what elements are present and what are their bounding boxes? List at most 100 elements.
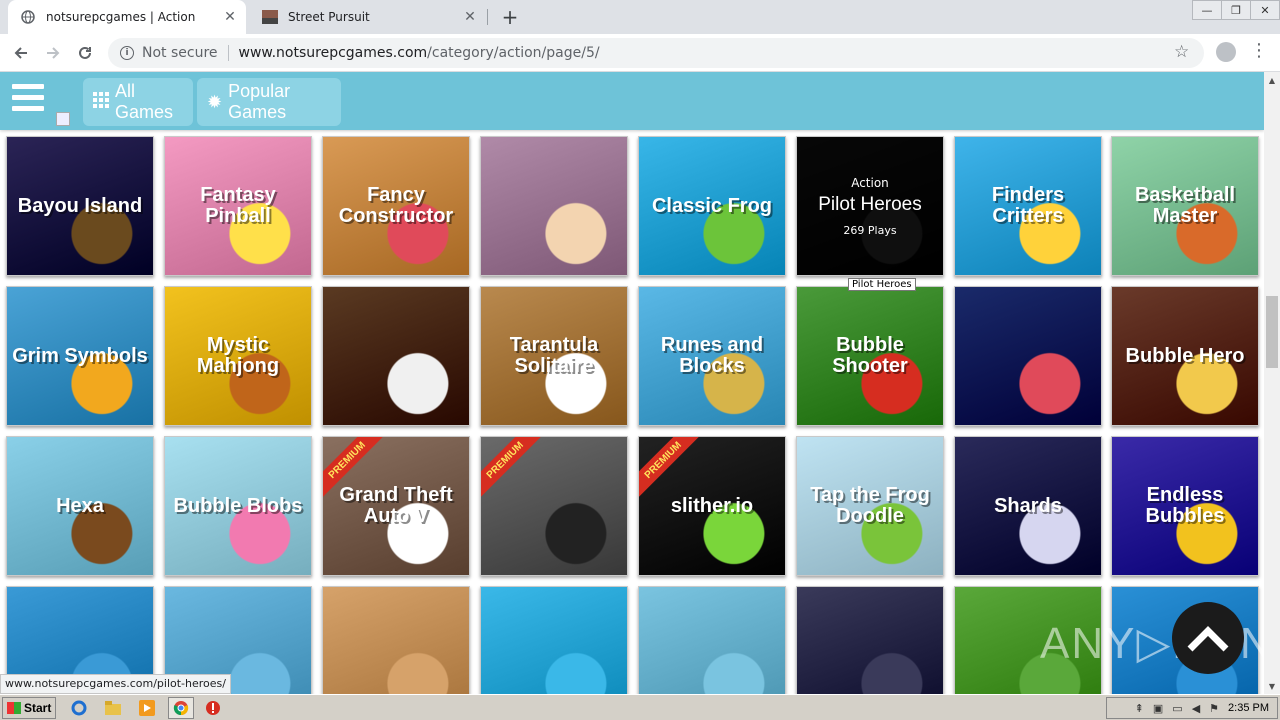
volume-icon[interactable]: ◀ xyxy=(1192,702,1200,715)
game-title: Grand Theft Auto V xyxy=(339,484,453,527)
scroll-up-arrow-icon[interactable]: ▲ xyxy=(1264,72,1280,88)
battery-icon[interactable]: ▭ xyxy=(1172,702,1182,715)
back-arrow-icon[interactable] xyxy=(8,40,34,66)
browser-toolbar: i Not secure www.notsurepcgames.com /cat… xyxy=(0,34,1280,72)
game-tile[interactable]: Grand Theft Auto V PREMIUM xyxy=(322,436,470,576)
game-tile[interactable] xyxy=(322,286,470,426)
game-title: Bubble Blobs xyxy=(173,494,303,517)
tab-separator xyxy=(487,9,488,25)
game-tile[interactable]: Basketball Master xyxy=(1111,136,1259,276)
address-bar[interactable]: i Not secure www.notsurepcgames.com /cat… xyxy=(108,38,1204,68)
all-games-label: All Games xyxy=(115,81,174,122)
url-host: www.notsurepcgames.com xyxy=(238,45,428,61)
game-title: Fantasy Pinball xyxy=(200,184,276,227)
popular-games-button[interactable]: ✹ Popular Games xyxy=(197,78,341,126)
vertical-scrollbar[interactable]: ▲ ▼ xyxy=(1264,72,1280,694)
close-window-button[interactable]: ✕ xyxy=(1250,0,1280,20)
close-tab-icon[interactable]: ✕ xyxy=(460,9,480,25)
close-tab-icon[interactable]: ✕ xyxy=(220,9,240,25)
restore-button[interactable]: ❐ xyxy=(1221,0,1251,20)
tab-street-pursuit[interactable]: Street Pursuit ✕ xyxy=(250,0,486,34)
menu-kebab-icon[interactable]: ⋮ xyxy=(1250,40,1268,61)
window-controls: — ❐ ✕ xyxy=(1192,0,1280,22)
game-tile[interactable]: Bubble Hero xyxy=(1111,286,1259,426)
game-tile[interactable]: Shards xyxy=(954,436,1102,576)
start-label: Start xyxy=(24,701,52,715)
start-button[interactable]: Start xyxy=(2,697,56,719)
game-tile[interactable]: Fancy Constructor xyxy=(322,136,470,276)
new-tab-button[interactable]: + xyxy=(498,5,522,29)
tab-title: Street Pursuit xyxy=(288,10,370,24)
hover-category: Action xyxy=(851,175,889,190)
game-tile[interactable]: Fantasy Pinball xyxy=(164,136,312,276)
game-tile[interactable]: slither.io PREMIUM xyxy=(638,436,786,576)
game-tile[interactable]: Bubble Blobs xyxy=(164,436,312,576)
game-title: Finders Critters xyxy=(991,184,1065,227)
forward-arrow-icon[interactable] xyxy=(40,40,66,66)
stop-icon[interactable] xyxy=(204,699,222,717)
clock: 2:35 PM xyxy=(1228,702,1269,714)
all-games-button[interactable]: All Games xyxy=(83,78,193,126)
game-tile[interactable]: Endless Bubbles xyxy=(1111,436,1259,576)
page-viewport: All Games ✹ Popular Games Bayou Island Fa… xyxy=(0,72,1264,694)
game-title: Grim Symbols xyxy=(12,344,148,367)
tray-arrow-icon[interactable]: ⇞ xyxy=(1135,702,1144,715)
network-icon[interactable]: ▣ xyxy=(1153,702,1163,715)
game-tile[interactable]: Hexa xyxy=(6,436,154,576)
scrollbar-thumb[interactable] xyxy=(1266,296,1278,368)
game-favicon-icon xyxy=(262,9,278,25)
game-title: Bayou Island xyxy=(17,194,143,217)
media-player-icon[interactable] xyxy=(138,699,156,717)
game-tile[interactable] xyxy=(480,136,628,276)
game-tile[interactable]: Tarantula Solitaire xyxy=(480,286,628,426)
game-tile[interactable] xyxy=(480,586,628,694)
scroll-to-top-button[interactable] xyxy=(1172,602,1244,674)
game-title: Hexa xyxy=(56,494,104,517)
game-tile[interactable] xyxy=(322,586,470,694)
game-title: Classic Frog xyxy=(651,194,773,217)
reload-icon[interactable] xyxy=(72,40,98,66)
minimize-button[interactable]: — xyxy=(1192,0,1222,20)
game-tile[interactable]: Runes and Blocks xyxy=(638,286,786,426)
site-header: All Games ✹ Popular Games xyxy=(0,72,1264,130)
chevron-up-icon xyxy=(1187,626,1229,652)
windows-flag-icon xyxy=(7,702,21,714)
url-path: /category/action/page/5/ xyxy=(427,45,600,61)
folder-icon[interactable] xyxy=(104,699,122,717)
game-title: Tap the Frog Doodle xyxy=(810,484,930,527)
windows-taskbar: Start ⇞ ▣ ▭ ◀ ⚑ 2:35 PM xyxy=(0,694,1280,720)
game-tile[interactable]: Finders Critters xyxy=(954,136,1102,276)
game-tile[interactable]: PREMIUM xyxy=(480,436,628,576)
game-title: Mystic Mahjong xyxy=(196,334,280,377)
game-tile[interactable]: Bubble Shooter xyxy=(796,286,944,426)
game-tile[interactable] xyxy=(638,586,786,694)
game-tile[interactable]: Grim Symbols xyxy=(6,286,154,426)
broken-logo-image xyxy=(56,112,70,126)
hover-overlay[interactable]: Action Pilot Heroes 269 Plays xyxy=(797,137,943,275)
chrome-icon xyxy=(173,701,189,716)
game-title: Basketball Master xyxy=(1134,184,1236,227)
popular-games-label: Popular Games xyxy=(228,81,291,122)
browser-tab-strip: notsurepcgames | Action ✕ Street Pursuit… xyxy=(0,0,1280,34)
game-tile[interactable]: Bayou Island xyxy=(6,136,154,276)
game-title: Tarantula Solitaire xyxy=(509,334,599,377)
chrome-taskbar-button[interactable] xyxy=(168,697,194,719)
game-title: Bubble Hero xyxy=(1125,344,1245,367)
game-tile[interactable]: Classic Frog xyxy=(638,136,786,276)
game-tile[interactable] xyxy=(796,586,944,694)
info-icon[interactable]: i xyxy=(120,46,134,60)
ie-icon[interactable] xyxy=(70,699,88,717)
status-bar-url: www.notsurepcgames.com/pilot-heroes/ xyxy=(0,674,231,694)
profile-avatar-icon[interactable] xyxy=(1216,42,1236,62)
hover-game-name: Pilot Heroes xyxy=(818,193,922,215)
flag-icon[interactable]: ⚑ xyxy=(1209,702,1219,715)
game-tile[interactable] xyxy=(954,286,1102,426)
bookmark-star-icon[interactable]: ☆ xyxy=(1174,42,1189,62)
scroll-down-arrow-icon[interactable]: ▼ xyxy=(1264,678,1280,694)
tab-notsurepcgames[interactable]: notsurepcgames | Action ✕ xyxy=(8,0,246,34)
game-tile[interactable]: Tap the Frog Doodle xyxy=(796,436,944,576)
tooltip: Pilot Heroes xyxy=(848,278,916,291)
game-tile[interactable]: Action Pilot Heroes 269 Plays xyxy=(796,136,944,276)
game-tile[interactable]: Mystic Mahjong xyxy=(164,286,312,426)
hamburger-menu-icon[interactable] xyxy=(12,84,44,118)
